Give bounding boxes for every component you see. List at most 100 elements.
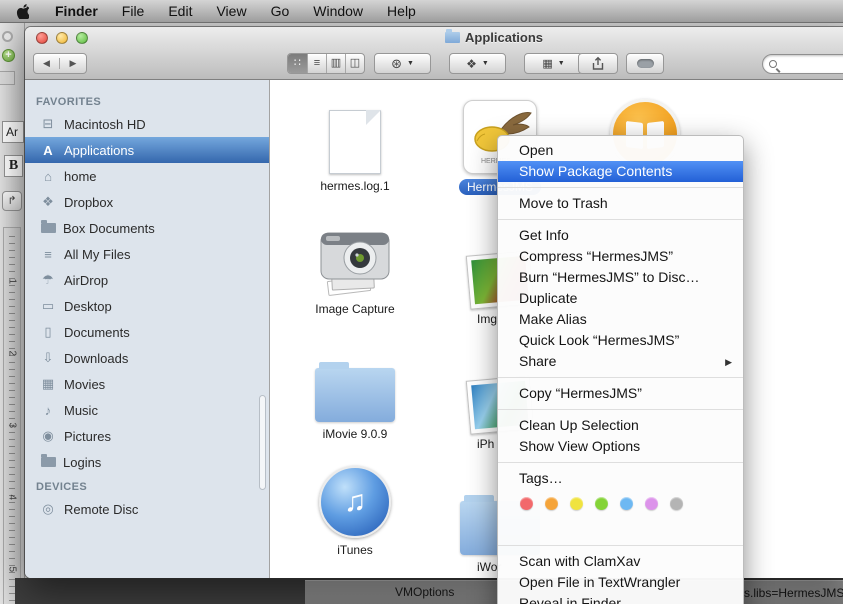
menubar-menu-window[interactable]: Window bbox=[301, 0, 375, 23]
menu-item-quick-look-hermesjms[interactable]: Quick Look “HermesJMS” bbox=[498, 330, 743, 351]
menu-item-clean-up-selection[interactable]: Clean Up Selection bbox=[498, 415, 743, 436]
sidebar-item-desktop[interactable]: ▭Desktop bbox=[25, 293, 269, 319]
arrange-menu-button[interactable]: ▦ ▼ bbox=[524, 53, 583, 74]
sidebar-item-logins[interactable]: Logins bbox=[25, 449, 269, 475]
menubar-menu-help[interactable]: Help bbox=[375, 0, 428, 23]
search-field[interactable] bbox=[762, 54, 843, 74]
sidebar-item-documents[interactable]: ▯Documents bbox=[25, 319, 269, 345]
menubar-menu-view[interactable]: View bbox=[204, 0, 258, 23]
menu-bar: FinderFileEditViewGoWindowHelp bbox=[0, 0, 843, 23]
camera-icon bbox=[314, 223, 396, 297]
edit-tags-button[interactable] bbox=[626, 53, 664, 74]
sidebar-item-box-documents[interactable]: Box Documents bbox=[25, 215, 269, 241]
sidebar-item-pictures[interactable]: ◉Pictures bbox=[25, 423, 269, 449]
sidebar-item-label: Applications bbox=[64, 143, 134, 158]
indent-button[interactable]: ↱ bbox=[2, 191, 22, 211]
menu-item-label: Duplicate bbox=[519, 290, 577, 306]
sidebar-item-airdrop[interactable]: ☂AirDrop bbox=[25, 267, 269, 293]
menu-item-open-file-in-textwrangler[interactable]: Open File in TextWrangler bbox=[498, 572, 743, 593]
tag-color-dot[interactable] bbox=[670, 497, 683, 510]
menu-item-move-to-trash[interactable]: Move to Trash bbox=[498, 193, 743, 214]
sidebar-item-remote-disc[interactable]: ◎Remote Disc bbox=[25, 496, 269, 522]
menubar-menu-go[interactable]: Go bbox=[259, 0, 302, 23]
menu-item-get-info[interactable]: Get Info bbox=[498, 225, 743, 246]
forward-button[interactable]: ▶ bbox=[60, 58, 86, 69]
sidebar-item-home[interactable]: ⌂home bbox=[25, 163, 269, 189]
folder-icon bbox=[41, 223, 56, 233]
list-view-button[interactable]: ≡ bbox=[307, 54, 326, 73]
dropbox-menu-button[interactable]: ❖ ▼ bbox=[449, 53, 506, 74]
menu-separator bbox=[498, 545, 743, 546]
menu-item-make-alias[interactable]: Make Alias bbox=[498, 309, 743, 330]
sidebar-item-label: Music bbox=[64, 403, 98, 418]
menubar-menu-finder[interactable]: Finder bbox=[43, 0, 110, 23]
share-button[interactable] bbox=[578, 53, 618, 74]
chevron-down-icon: ▼ bbox=[558, 60, 565, 67]
menu-item-reveal-in-finder[interactable]: Reveal in Finder bbox=[498, 593, 743, 604]
menu-item-label: Share bbox=[519, 353, 556, 369]
sidebar-item-label: Box Documents bbox=[63, 221, 155, 236]
sidebar-item-macintosh-hd[interactable]: ⊟Macintosh HD bbox=[25, 111, 269, 137]
tag-color-dot[interactable] bbox=[520, 497, 533, 510]
vmoptions-tab[interactable]: VMOptions bbox=[395, 585, 454, 599]
icon-view-button[interactable]: ∷ bbox=[288, 54, 307, 73]
window-controls bbox=[36, 32, 88, 44]
app-itunes[interactable]: ♫ iTunes bbox=[295, 458, 415, 557]
toolbar: ◀ ▶ ∷ ≡ ▥ ◫ ⊛ ▼ ❖ ▼ ▦ bbox=[25, 49, 843, 80]
menu-item-tags[interactable]: Tags… bbox=[498, 468, 743, 489]
menu-item-scan-with-clamxav[interactable]: Scan with ClamXav bbox=[498, 551, 743, 572]
menu-spacer bbox=[498, 516, 743, 540]
itunes-icon: ♫ bbox=[319, 466, 391, 538]
menu-item-label: Move to Trash bbox=[519, 195, 608, 211]
desktop-icon: ▭ bbox=[39, 298, 57, 314]
share-icon bbox=[590, 56, 606, 71]
zoom-button[interactable] bbox=[76, 32, 88, 44]
sidebar-item-dropbox[interactable]: ❖Dropbox bbox=[25, 189, 269, 215]
add-button[interactable]: + bbox=[2, 49, 15, 62]
background-traffic-light-icon bbox=[2, 31, 13, 42]
menubar-menu-file[interactable]: File bbox=[110, 0, 157, 23]
sidebar-item-music[interactable]: ♪ Music bbox=[25, 397, 269, 423]
menu-item-share[interactable]: Share▶ bbox=[498, 351, 743, 372]
minimize-button[interactable] bbox=[56, 32, 68, 44]
dropbox-icon: ❖ bbox=[39, 194, 57, 210]
menu-item-label: Show Package Contents bbox=[519, 163, 672, 179]
menu-item-duplicate[interactable]: Duplicate bbox=[498, 288, 743, 309]
menu-item-label: Open File in TextWrangler bbox=[519, 574, 680, 590]
tag-color-dot[interactable] bbox=[645, 497, 658, 510]
file-label: hermes.log.1 bbox=[295, 179, 415, 193]
file-hermes-log[interactable]: hermes.log.1 bbox=[295, 94, 415, 193]
sidebar-item-movies[interactable]: ▦Movies bbox=[25, 371, 269, 397]
menu-item-show-view-options[interactable]: Show View Options bbox=[498, 436, 743, 457]
font-field[interactable]: Ar bbox=[2, 121, 24, 143]
sidebar-item-all-my-files[interactable]: ≡All My Files bbox=[25, 241, 269, 267]
menu-item-open[interactable]: Open bbox=[498, 140, 743, 161]
tag-color-dot[interactable] bbox=[620, 497, 633, 510]
coverflow-view-button[interactable]: ◫ bbox=[345, 54, 364, 73]
menu-item-copy-hermesjms[interactable]: Copy “HermesJMS” bbox=[498, 383, 743, 404]
menu-item-burn-hermesjms-to-disc[interactable]: Burn “HermesJMS” to Disc… bbox=[498, 267, 743, 288]
sidebar-item-label: Documents bbox=[64, 325, 130, 340]
disc-icon: ◎ bbox=[39, 501, 57, 517]
back-button[interactable]: ◀ bbox=[34, 58, 60, 69]
window-header[interactable]: Applications ◀ ▶ ∷ ≡ ▥ ◫ ⊛ ▼ ❖ bbox=[25, 27, 843, 80]
column-view-button[interactable]: ▥ bbox=[326, 54, 345, 73]
app-image-capture[interactable]: Image Capture bbox=[295, 217, 415, 316]
close-button[interactable] bbox=[36, 32, 48, 44]
ruler-number: 5 bbox=[7, 567, 18, 577]
menubar-menu-edit[interactable]: Edit bbox=[156, 0, 204, 23]
menu-item-compress-hermesjms[interactable]: Compress “HermesJMS” bbox=[498, 246, 743, 267]
apple-logo-icon[interactable] bbox=[16, 4, 29, 19]
bold-style-button[interactable]: B bbox=[4, 155, 23, 177]
action-menu-button[interactable]: ⊛ ▼ bbox=[374, 53, 431, 74]
sidebar-item-downloads[interactable]: ⇩Downloads bbox=[25, 345, 269, 371]
sidebar-item-applications[interactable]: AApplications bbox=[25, 137, 269, 163]
tag-color-dot[interactable] bbox=[570, 497, 583, 510]
menu-item-show-package-contents[interactable]: Show Package Contents bbox=[498, 161, 743, 182]
music-icon: ♪ bbox=[39, 403, 57, 418]
folder-imovie[interactable]: iMovie 9.0.9 bbox=[295, 342, 415, 441]
ruler: 12345 bbox=[3, 227, 21, 604]
tag-color-dot[interactable] bbox=[595, 497, 608, 510]
sidebar-scrollbar[interactable] bbox=[259, 395, 266, 490]
tag-color-dot[interactable] bbox=[545, 497, 558, 510]
